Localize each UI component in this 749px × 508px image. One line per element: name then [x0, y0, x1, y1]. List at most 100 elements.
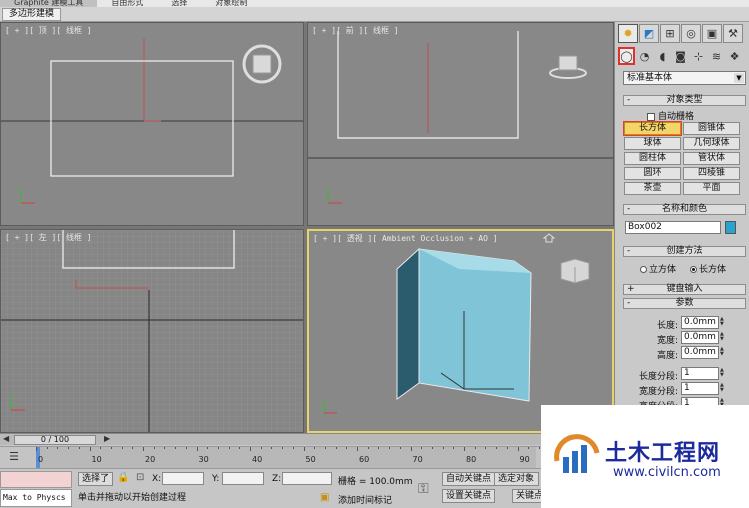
selected-object-dropdown[interactable]: 选定对象: [494, 472, 539, 486]
rollout-keyboard-entry[interactable]: + 键盘输入: [623, 284, 746, 295]
ruler-minor-tick: [389, 447, 391, 449]
ruler-minor-tick: [324, 447, 326, 449]
display-tab-icon[interactable]: ▣: [702, 24, 722, 43]
auto-key-button[interactable]: 自动关键点: [442, 472, 496, 486]
viewport-front[interactable]: [ + ][ 前 ][ 线框 ]: [307, 22, 614, 226]
y-field[interactable]: [222, 472, 264, 485]
sphere-button[interactable]: 球体: [624, 137, 681, 150]
curve-editor-icon[interactable]: ☰: [6, 450, 22, 464]
rollout-object-type[interactable]: - 对象类型: [623, 95, 746, 106]
time-slider-thumb[interactable]: 0 / 100: [14, 435, 96, 445]
geosphere-button[interactable]: 几何球体: [683, 137, 740, 150]
grid-size: 栅格 = 100.0mm: [338, 477, 413, 487]
z-field[interactable]: [282, 472, 332, 485]
width-segs-spinner[interactable]: ▲ ▼: [720, 383, 726, 394]
hierarchy-tab-icon[interactable]: ⊞: [660, 24, 680, 43]
create-categories: ◯ ◔ ◖ ◙ ⊹ ≋ ❖: [618, 47, 746, 67]
box-radio[interactable]: 长方体: [690, 262, 726, 275]
watermark-title: 土木工程网: [605, 441, 721, 466]
viewport-perspective-label[interactable]: [ + ][ 透视 ][ Ambient Occlusion + AO ]: [313, 233, 498, 244]
ruler-tick: [196, 447, 198, 451]
length-field[interactable]: 0.0mm: [681, 316, 719, 329]
ruler-tick-label: 0: [38, 455, 44, 464]
length-spinner[interactable]: ▲ ▼: [720, 317, 726, 328]
collapse-icon: -: [627, 95, 631, 105]
viewport-left-label[interactable]: [ + ][ 左 ][ 线框 ]: [5, 232, 92, 243]
ribbon-tab-object-paint[interactable]: 对象绘制: [201, 0, 261, 7]
key-icon[interactable]: ⚿: [418, 481, 429, 497]
cube-radio[interactable]: 立方体: [640, 262, 676, 275]
x-field[interactable]: [162, 472, 204, 485]
height-spinner[interactable]: ▲ ▼: [720, 347, 726, 358]
time-slider[interactable]: ◀ 0 / 100 ▶: [0, 433, 614, 445]
pyramid-button[interactable]: 四棱锥: [683, 167, 740, 180]
object-color-swatch[interactable]: [725, 221, 736, 234]
create-tab-icon[interactable]: ✹: [618, 24, 638, 43]
checkbox-box: [647, 112, 655, 121]
utilities-tab-icon[interactable]: ⚒: [723, 24, 743, 43]
length-segs-spinner[interactable]: ▲ ▼: [720, 368, 726, 379]
plane-button[interactable]: 平面: [683, 182, 740, 195]
set-key-button[interactable]: 设置关键点: [442, 489, 496, 503]
modify-tab-icon[interactable]: ◩: [639, 24, 659, 43]
ribbon-tab-selection[interactable]: 选择: [157, 0, 201, 7]
cone-button[interactable]: 圆锥体: [683, 122, 740, 135]
ruler-minor-tick: [485, 447, 487, 449]
time-next-icon[interactable]: ▶: [104, 434, 110, 443]
ruler-tick: [36, 447, 37, 451]
spacewarps-icon[interactable]: ≋: [708, 47, 725, 65]
viewport-left[interactable]: [ + ][ 左 ][ 线框 ]: [0, 229, 304, 433]
ruler-minor-tick: [217, 447, 219, 449]
track-ruler[interactable]: 0 10 20 30 40 50 60 70 80 90: [36, 447, 562, 468]
viewport-top-label[interactable]: [ + ][ 顶 ][ 线框 ]: [5, 25, 92, 36]
maxscript-listener-pink[interactable]: [0, 471, 72, 488]
viewport-top[interactable]: [ + ][ 顶 ][ 线框 ]: [0, 22, 304, 226]
primitive-type-dropdown[interactable]: 标准基本体 ▼: [623, 71, 746, 85]
status-prompt: 单击并拖动以开始创建过程: [78, 493, 187, 503]
shapes-icon[interactable]: ◔: [636, 47, 653, 65]
rollout-name-color[interactable]: - 名称和颜色: [623, 204, 746, 215]
motion-tab-icon[interactable]: ◎: [681, 24, 701, 43]
ribbon-tab-graphite[interactable]: Graphite 建模工具: [0, 0, 98, 7]
add-time-tag[interactable]: 添加时间标记: [338, 493, 392, 506]
width-spinner[interactable]: ▲ ▼: [720, 332, 726, 343]
time-tag-icon[interactable]: ▣: [320, 492, 329, 503]
helpers-icon[interactable]: ⊹: [690, 47, 707, 65]
systems-icon[interactable]: ❖: [726, 47, 743, 65]
width-segs-field[interactable]: 1: [681, 382, 719, 395]
tube-button[interactable]: 管状体: [683, 152, 740, 165]
lock-icon[interactable]: 🔒: [117, 472, 129, 483]
height-field[interactable]: 0.0mm: [681, 346, 719, 359]
ribbon-tab-freeform[interactable]: 自由形式: [97, 0, 157, 7]
time-prev-icon[interactable]: ◀: [3, 434, 9, 443]
ruler-minor-tick: [399, 447, 401, 449]
viewcube-top-icon[interactable]: [241, 43, 283, 85]
box-button[interactable]: 长方体: [623, 121, 682, 136]
width-field[interactable]: 0.0mm: [681, 331, 719, 344]
teapot-button[interactable]: 茶壶: [624, 182, 681, 195]
ruler-minor-tick: [453, 447, 455, 449]
collapse-icon: -: [627, 298, 631, 308]
lights-icon[interactable]: ◖: [654, 47, 671, 65]
ruler-tick: [143, 447, 144, 451]
viewcube-front-icon[interactable]: [548, 51, 588, 81]
rollout-creation-method[interactable]: - 创建方法: [623, 246, 746, 257]
length-segs-field[interactable]: 1: [681, 367, 719, 380]
absolute-mode-icon[interactable]: ⊡: [136, 472, 144, 483]
maxscript-listener[interactable]: Max to Physcs: [0, 489, 72, 507]
cylinder-button[interactable]: 圆柱体: [624, 152, 681, 165]
cameras-icon[interactable]: ◙: [672, 47, 689, 65]
viewport-perspective[interactable]: [ + ][ 透视 ][ Ambient Occlusion + AO ]: [307, 229, 614, 433]
rollout-parameters[interactable]: - 参数: [623, 298, 746, 309]
viewport-front-label[interactable]: [ + ][ 前 ][ 线框 ]: [312, 25, 399, 36]
geometry-icon[interactable]: ◯: [618, 47, 635, 65]
ruler-minor-tick: [228, 447, 230, 449]
ribbon-polygon-modeling[interactable]: 多边形建模: [2, 8, 62, 21]
ruler-minor-tick: [239, 447, 241, 449]
autogrid-checkbox[interactable]: 自动栅格: [647, 109, 694, 122]
viewcube-perspective-icon[interactable]: [555, 255, 595, 287]
home-icon[interactable]: [543, 233, 555, 243]
object-name-field[interactable]: Box002: [625, 221, 721, 234]
ruler-minor-tick: [260, 447, 262, 449]
torus-button[interactable]: 圆环: [624, 167, 681, 180]
